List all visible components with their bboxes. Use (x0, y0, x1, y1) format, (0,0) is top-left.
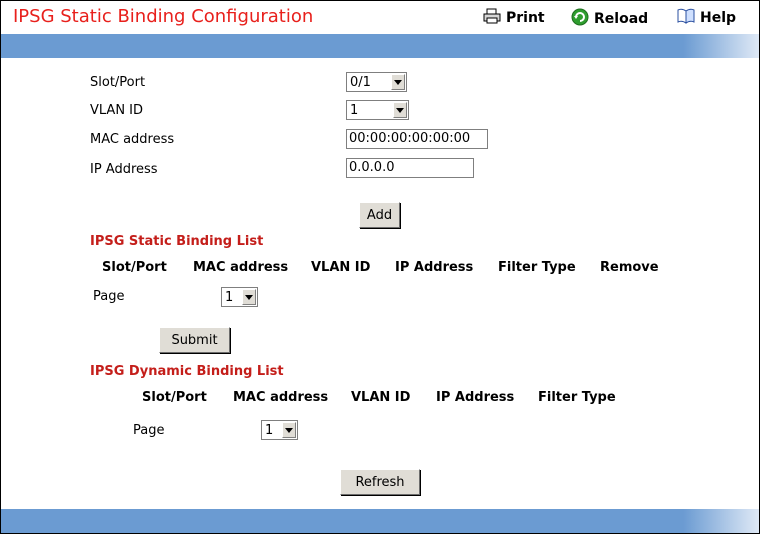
refresh-button[interactable]: Refresh (340, 469, 420, 495)
static-col-mac-address: MAC address (193, 260, 289, 275)
vlan-id-value: 1 (350, 102, 359, 118)
mac-address-input[interactable]: 00:00:00:00:00:00 (346, 129, 488, 149)
vlan-id-select[interactable]: 1 (346, 100, 409, 120)
static-col-vlan-id: VLAN ID (311, 260, 371, 275)
static-col-slot-port: Slot/Port (102, 260, 167, 275)
vlan-id-label: VLAN ID (90, 103, 144, 118)
static-col-filter-type: Filter Type (498, 260, 576, 275)
print-label: Print (506, 10, 545, 26)
header-band (1, 34, 759, 58)
slot-port-value: 0/1 (350, 74, 371, 90)
dynamic-col-ip-address: IP Address (436, 390, 515, 405)
reload-icon (571, 8, 589, 30)
printer-icon (483, 8, 501, 28)
dynamic-list-title: IPSG Dynamic Binding List (90, 364, 284, 379)
chevron-down-icon (242, 289, 256, 305)
dynamic-page-select[interactable]: 1 (261, 420, 298, 440)
dynamic-page-label: Page (133, 423, 165, 438)
add-button[interactable]: Add (359, 202, 400, 228)
page-title: IPSG Static Binding Configuration (13, 6, 314, 27)
ip-address-input[interactable]: 0.0.0.0 (346, 158, 474, 178)
mac-address-label: MAC address (90, 132, 175, 147)
static-col-ip-address: IP Address (395, 260, 474, 275)
static-list-title: IPSG Static Binding List (90, 234, 264, 249)
slot-port-label: Slot/Port (90, 75, 146, 90)
static-page-select[interactable]: 1 (221, 287, 258, 307)
dynamic-col-slot-port: Slot/Port (142, 390, 207, 405)
dynamic-col-filter-type: Filter Type (538, 390, 616, 405)
print-link[interactable]: Print (483, 8, 545, 28)
reload-label: Reload (594, 11, 649, 27)
help-book-icon (677, 8, 695, 28)
static-page-value: 1 (225, 289, 234, 305)
help-link[interactable]: Help (677, 8, 736, 28)
ip-address-label: IP Address (90, 162, 158, 177)
static-col-remove: Remove (600, 260, 659, 275)
static-page-label: Page (93, 289, 125, 304)
submit-button[interactable]: Submit (159, 327, 230, 353)
chevron-down-icon (391, 74, 405, 90)
dynamic-col-vlan-id: VLAN ID (351, 390, 411, 405)
footer-band (1, 509, 759, 533)
chevron-down-icon (393, 102, 407, 118)
reload-link[interactable]: Reload (571, 8, 648, 30)
help-label: Help (700, 10, 737, 26)
chevron-down-icon (282, 422, 296, 438)
slot-port-select[interactable]: 0/1 (346, 72, 407, 92)
dynamic-page-value: 1 (265, 422, 274, 438)
dynamic-col-mac-address: MAC address (233, 390, 329, 405)
